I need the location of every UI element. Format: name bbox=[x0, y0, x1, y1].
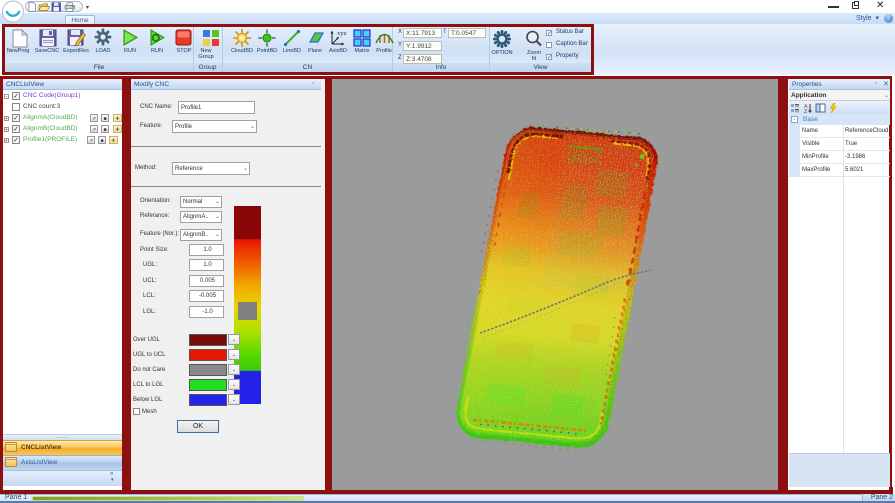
svg-text:xyz: xyz bbox=[337, 30, 347, 37]
